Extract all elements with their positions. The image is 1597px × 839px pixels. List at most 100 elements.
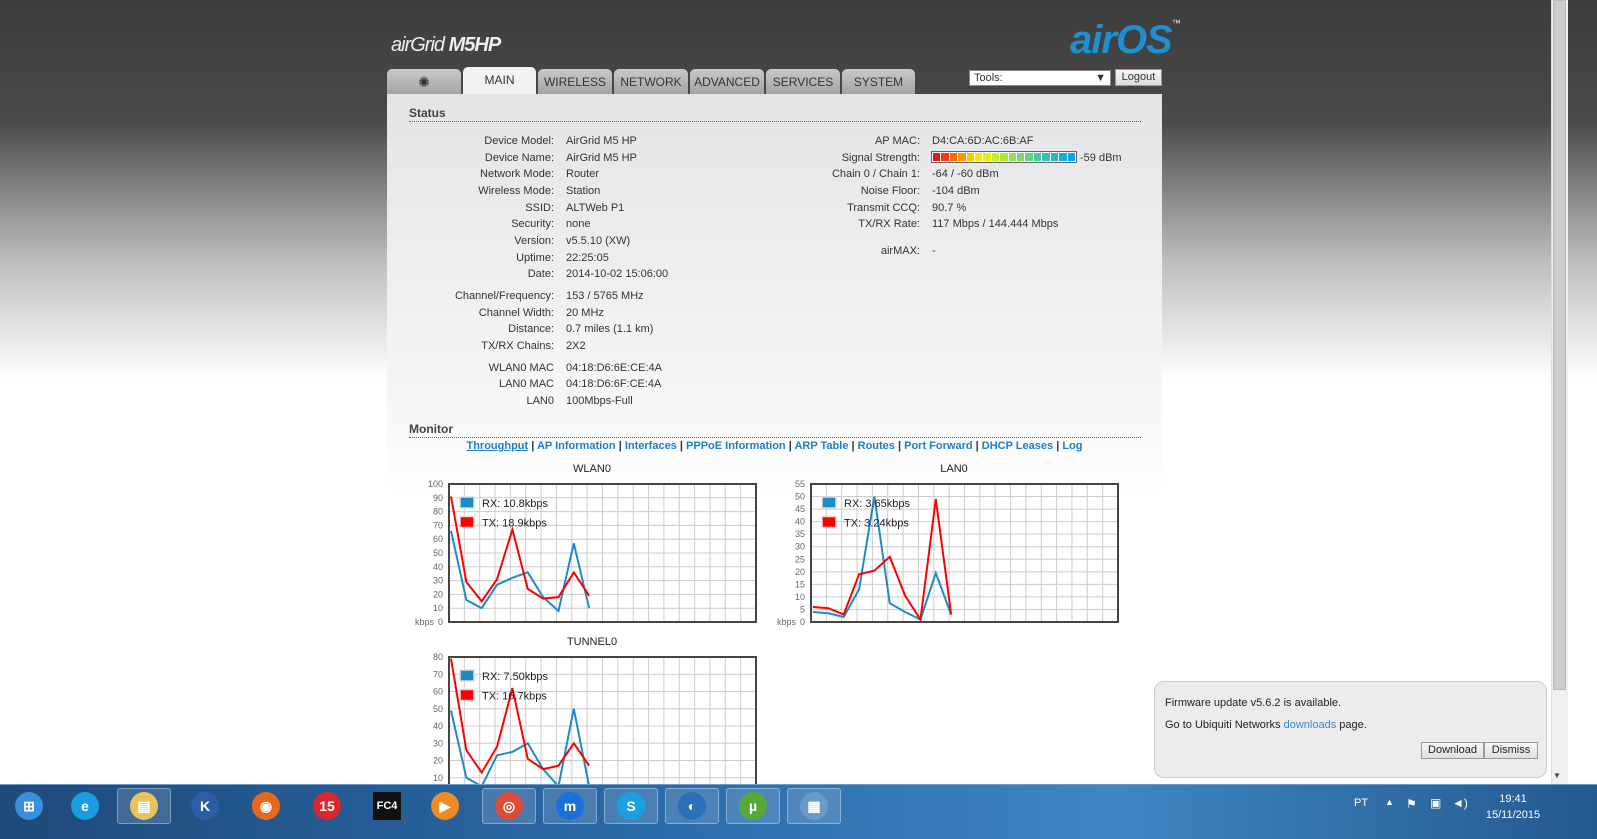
status-label: Distance: xyxy=(508,323,554,335)
firefox-icon: ◉ xyxy=(252,792,280,820)
status-value: 90.7 % xyxy=(932,202,967,214)
status-value: 20 MHz xyxy=(566,307,604,319)
scroll-down-icon[interactable]: ▼ xyxy=(1553,771,1561,780)
y-tick-label: 45 xyxy=(795,504,805,514)
dismiss-button[interactable]: Dismiss xyxy=(1484,742,1538,759)
y-tick-label: 20 xyxy=(433,756,443,766)
y-axis-label: kbps xyxy=(777,617,797,627)
taskbar-skype[interactable]: S xyxy=(604,788,658,824)
status-value: 0.7 miles (1.1 km) xyxy=(566,323,654,335)
status-label: WLAN0 MAC xyxy=(488,362,554,374)
popup-text: Go to Ubiquiti Networks xyxy=(1165,719,1284,731)
app-globe-icon: ◐ xyxy=(678,792,706,820)
taskbar-firefox[interactable]: ◉ xyxy=(239,788,293,824)
y-tick-label: 70 xyxy=(433,669,443,679)
status-value: none xyxy=(566,218,591,230)
file-explorer-icon: ▤ xyxy=(130,792,158,820)
status-label: TX/RX Chains: xyxy=(481,340,554,352)
y-tick-label: 55 xyxy=(795,479,805,489)
legend-label: RX: 10.8kbps xyxy=(482,498,549,510)
status-value: AirGrid M5 HP xyxy=(566,152,637,164)
y-tick-label: 50 xyxy=(433,548,443,558)
legend-label: TX: 16.7kbps xyxy=(482,691,547,703)
volume-icon[interactable]: ◄) xyxy=(1452,796,1468,810)
taskbar-media-player[interactable]: ▶ xyxy=(418,788,472,824)
legend-label: TX: 18.9kbps xyxy=(482,518,547,530)
y-axis-label: kbps xyxy=(415,617,435,627)
y-tick-label: 60 xyxy=(433,534,443,544)
status-value: - xyxy=(932,245,936,257)
legend-label: RX: 7.50kbps xyxy=(482,671,549,683)
status-label: Uptime: xyxy=(516,252,554,264)
utorrent-icon: µ xyxy=(739,792,767,820)
y-tick-label: 70 xyxy=(433,520,443,530)
status-label: Chain 0 / Chain 1: xyxy=(831,168,920,180)
action-center-icon[interactable]: ⚑ xyxy=(1406,797,1417,811)
y-tick-label: 20 xyxy=(795,567,805,577)
show-hidden-icons[interactable]: ▲ xyxy=(1385,797,1394,807)
taskbar-internet-explorer[interactable]: e xyxy=(58,788,112,824)
fc4-icon: FC4 xyxy=(373,792,401,820)
downloads-link[interactable]: downloads xyxy=(1284,719,1337,731)
legend-swatch xyxy=(459,496,475,509)
media-player-icon: ▶ xyxy=(431,792,459,820)
chart-title: LAN0 xyxy=(940,463,968,475)
taskbar-chrome[interactable]: ◎ xyxy=(482,788,536,824)
status-label: Date: xyxy=(527,268,554,280)
status-label: airMAX: xyxy=(880,245,920,257)
scrollbar-thumb[interactable] xyxy=(1553,0,1566,690)
y-tick-label: 10 xyxy=(795,592,805,602)
status-value: -64 / -60 dBm xyxy=(932,168,999,180)
status-label: Channel Width: xyxy=(478,307,554,319)
taskbar-app-globe[interactable]: ◐ xyxy=(665,788,719,824)
network-icon[interactable]: ▣ xyxy=(1430,796,1441,810)
y-tick-label: 5 xyxy=(800,604,805,614)
app-k-icon: K xyxy=(191,792,219,820)
clock[interactable]: 19:41 15/11/2015 xyxy=(1478,791,1548,823)
control-panel-icon: ▦ xyxy=(800,792,828,820)
start-icon: ⊞ xyxy=(15,792,43,820)
status-value: v5.5.10 (XW) xyxy=(566,235,631,247)
status-value: 153 / 5765 MHz xyxy=(566,290,644,302)
chrome-icon: ◎ xyxy=(495,792,523,820)
status-value: 100Mbps-Full xyxy=(566,395,633,407)
taskbar-file-explorer[interactable]: ▤ xyxy=(117,788,171,824)
taskbar: ⊞ e ▤ K ◉ 15 FC4 ▶ ◎ m S ◐ µ ▦ PT ▲ ⚑ ▣ ◄) 19:41 15/11… xyxy=(0,784,1597,839)
y-tick-label: 40 xyxy=(433,721,443,731)
chart-lan0: LAN0 0 5 10 15 20 25 30 35 40 45 50 55 kbps RX: 3.65kb… xyxy=(777,463,1119,627)
y-tick-label: 30 xyxy=(433,738,443,748)
y-tick-label: 10 xyxy=(433,773,443,783)
language-indicator[interactable]: PT xyxy=(1354,797,1368,809)
taskbar-control-panel[interactable]: ▦ xyxy=(787,788,841,824)
status-value: Router xyxy=(566,168,600,180)
status-label: Device Name: xyxy=(484,152,554,164)
chart-title: TUNNEL0 xyxy=(567,636,617,648)
status-label: Noise Floor: xyxy=(860,185,920,197)
y-tick-label: 20 xyxy=(433,589,443,599)
taskbar-maxthon[interactable]: m xyxy=(543,788,597,824)
y-tick-label: 25 xyxy=(795,554,805,564)
legend-swatch xyxy=(459,669,475,682)
taskbar-app-k[interactable]: K xyxy=(178,788,232,824)
status-label: Network Mode: xyxy=(480,168,554,180)
y-tick-label: 0 xyxy=(438,617,443,627)
legend-swatch xyxy=(821,496,837,509)
taskbar-app-15[interactable]: 15 xyxy=(300,788,354,824)
status-label: AP MAC: xyxy=(874,135,920,147)
y-tick-label: 30 xyxy=(795,542,805,552)
y-tick-label: 50 xyxy=(795,492,805,502)
y-tick-label: 40 xyxy=(433,562,443,572)
y-tick-label: 15 xyxy=(795,579,805,589)
status-label: Transmit CCQ: xyxy=(847,202,920,214)
status-label: LAN0 xyxy=(526,395,554,407)
download-button[interactable]: Download xyxy=(1421,742,1484,759)
taskbar-utorrent[interactable]: µ xyxy=(726,788,780,824)
y-tick-label: 90 xyxy=(433,493,443,503)
status-label: LAN0 MAC xyxy=(498,378,554,390)
status-value: 04:18:D6:6F:CE:4A xyxy=(566,378,662,390)
legend-label: TX: 3.24kbps xyxy=(844,518,909,530)
status-value: AirGrid M5 HP xyxy=(566,135,637,147)
taskbar-start[interactable]: ⊞ xyxy=(2,788,56,824)
status-label: Security: xyxy=(511,218,554,230)
taskbar-fc4[interactable]: FC4 xyxy=(360,788,414,824)
